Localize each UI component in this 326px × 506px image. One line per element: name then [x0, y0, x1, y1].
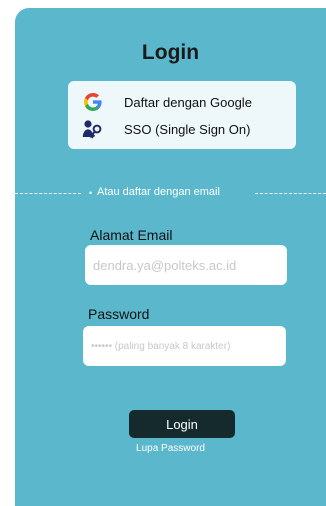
- google-signup-button[interactable]: Daftar dengan Google: [68, 90, 296, 114]
- forgot-password-link[interactable]: Lupa Password: [15, 443, 326, 454]
- password-field[interactable]: [83, 326, 286, 366]
- key-person-icon: [82, 119, 104, 139]
- email-divider: • Atau daftar dengan email: [15, 186, 326, 200]
- divider-text: Atau daftar dengan email: [97, 186, 220, 198]
- email-field[interactable]: [85, 245, 287, 285]
- login-button[interactable]: Login: [129, 410, 235, 438]
- page-title: Login: [141, 41, 200, 64]
- password-label: Password: [88, 306, 150, 322]
- login-card: Login Daftar dengan Google SSO (Single S…: [15, 8, 326, 506]
- bullet-icon: •: [89, 188, 93, 198]
- email-label: Alamat Email: [90, 227, 173, 243]
- divider-line-right: [255, 193, 326, 194]
- sso-login-label: SSO (Single Sign On): [124, 121, 251, 137]
- google-signup-label: Daftar dengan Google: [124, 94, 252, 110]
- sso-login-button[interactable]: SSO (Single Sign On): [68, 117, 296, 141]
- social-login-panel: Daftar dengan Google SSO (Single Sign On…: [68, 81, 296, 149]
- divider-line-left: [15, 193, 81, 194]
- google-icon: [82, 92, 104, 112]
